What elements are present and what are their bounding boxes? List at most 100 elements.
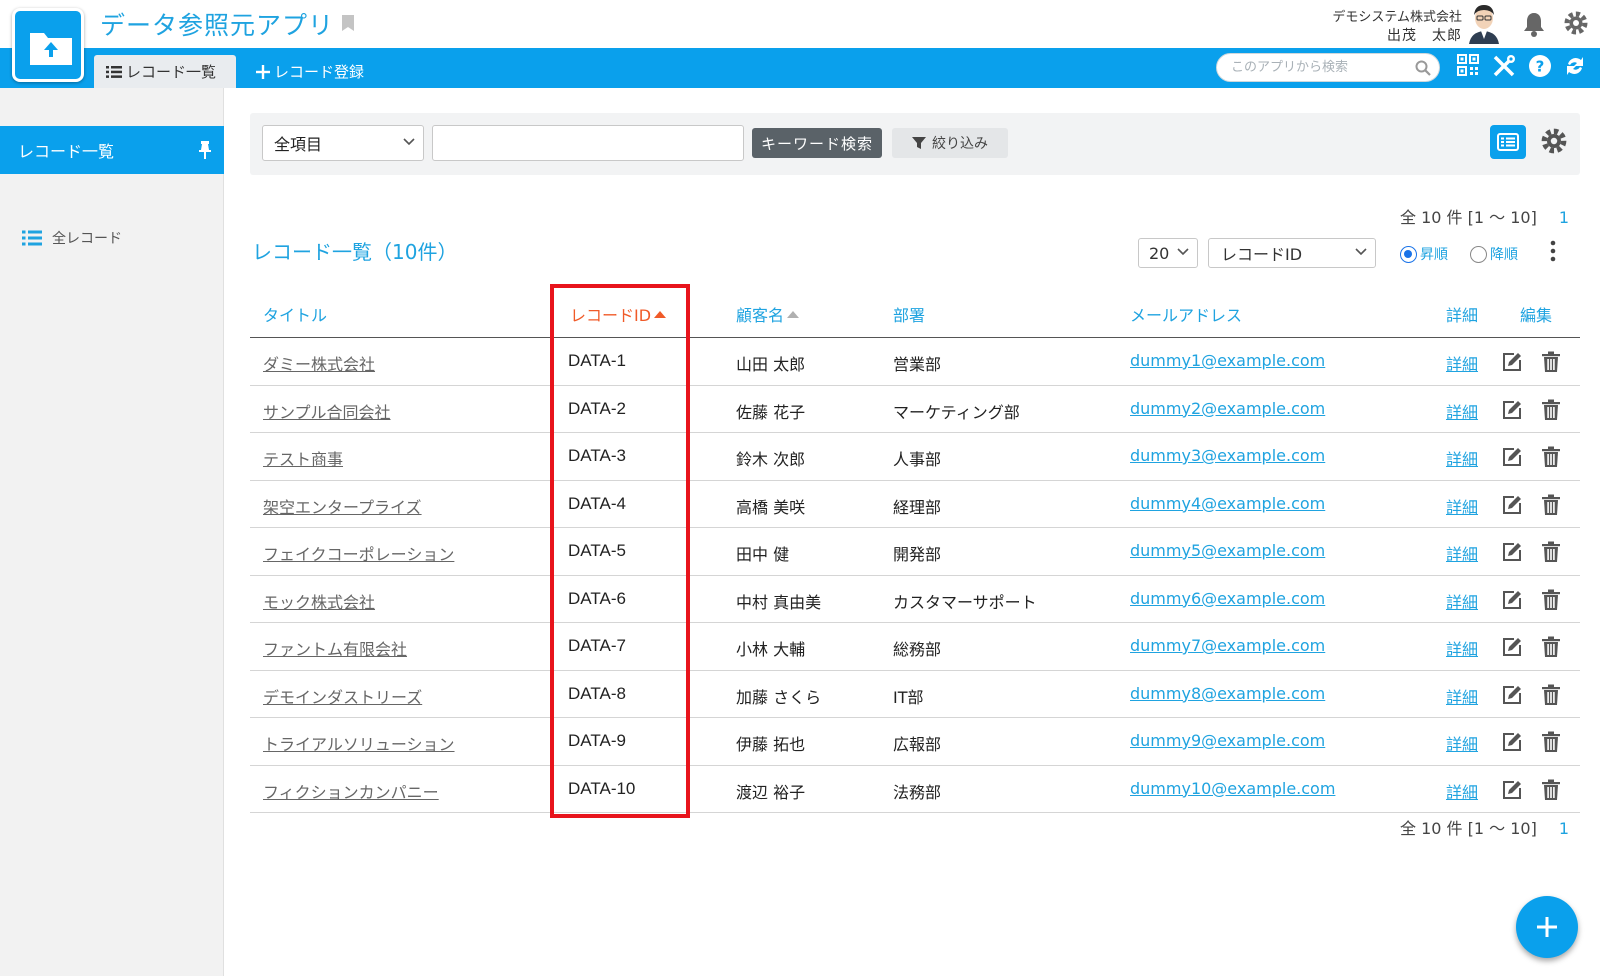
sidebar-item-record-list[interactable]: レコード一覧 [0,126,224,174]
detail-link[interactable]: 詳細 [1446,779,1478,803]
cell-title[interactable]: 架空エンタープライズ [263,494,422,518]
cell-title[interactable]: フィクションカンパニー [263,779,439,803]
edit-icon[interactable] [1502,495,1522,515]
kebab-icon[interactable] [1550,240,1556,262]
cell-title[interactable]: トライアルソリューション [263,731,455,755]
cell-title[interactable]: テスト商事 [263,446,343,470]
bell-icon[interactable] [1523,11,1545,37]
pin-icon[interactable] [198,140,212,160]
trash-icon[interactable] [1542,351,1560,373]
detail-link[interactable]: 詳細 [1446,399,1478,423]
filter-button-label: 絞り込み [932,136,988,152]
cell-title[interactable]: モック株式会社 [263,589,375,613]
cell-title[interactable]: デモインダストリーズ [263,684,422,708]
cell-email[interactable]: dummy4@example.com [1130,494,1325,513]
trash-icon[interactable] [1542,779,1560,801]
cell-email[interactable]: dummy8@example.com [1130,684,1325,703]
app-logo[interactable] [12,8,84,82]
add-record-fab[interactable] [1516,896,1578,958]
cell-email[interactable]: dummy5@example.com [1130,541,1325,560]
trash-icon[interactable] [1542,731,1560,753]
cell-email[interactable]: dummy3@example.com [1130,446,1325,465]
cell-dept: 営業部 [893,355,942,374]
edit-icon[interactable] [1502,732,1522,752]
cell-title[interactable]: ダミー株式会社 [263,351,375,375]
cell-dept: 開発部 [893,545,942,564]
page-link[interactable]: 1 [1559,208,1569,227]
list-view-toggle[interactable] [1490,125,1526,159]
col-email[interactable]: メールアドレス [1130,302,1242,326]
field-select[interactable]: 全項目 [262,125,424,161]
cell-email[interactable]: dummy10@example.com [1130,779,1335,798]
cell-dept: 経理部 [893,497,942,517]
table-body: ダミー株式会社 DATA-1 山田 太郎 営業部 dummy1@example.… [250,338,1580,813]
gear-icon[interactable] [1563,10,1589,36]
sidebar-item-all-records[interactable]: 全レコード [22,228,122,248]
trash-icon[interactable] [1542,684,1560,706]
edit-icon[interactable] [1502,637,1522,657]
sidebar-item-all-records-label: 全レコード [52,231,122,247]
per-page-select[interactable]: 20 [1138,238,1198,268]
cell-email[interactable]: dummy7@example.com [1130,636,1325,655]
cell-title[interactable]: ファントム有限会社 [263,636,407,660]
avatar[interactable] [1466,4,1502,44]
cell-dept: カスタマーサポート [893,592,1037,612]
detail-link[interactable]: 詳細 [1446,351,1478,375]
cell-dept: 広報部 [893,735,942,754]
edit-icon[interactable] [1502,685,1522,705]
edit-icon[interactable] [1502,352,1522,372]
cell-email[interactable]: dummy9@example.com [1130,731,1325,750]
col-dept[interactable]: 部署 [893,302,925,326]
pager-bottom: 全 10 件 [1 〜 10] 1 [1400,815,1569,839]
detail-link[interactable]: 詳細 [1446,541,1478,565]
cell-title[interactable]: フェイクコーポレーション [263,541,454,565]
detail-link[interactable]: 詳細 [1446,731,1478,755]
cell-email[interactable]: dummy2@example.com [1130,399,1325,418]
tab-record-add[interactable]: レコード登録 [256,55,364,88]
app-search[interactable] [1216,53,1440,82]
tools-icon[interactable] [1492,54,1516,78]
trash-icon[interactable] [1542,541,1560,563]
page-link[interactable]: 1 [1559,819,1569,838]
gear-icon[interactable] [1540,127,1568,155]
trash-icon[interactable] [1542,446,1560,468]
sort-field-select[interactable]: レコードID [1208,238,1376,268]
edit-icon[interactable] [1502,590,1522,610]
search-icon[interactable] [1415,60,1431,76]
svg-text:?: ? [1536,58,1545,76]
cell-title[interactable]: サンプル合同会社 [263,399,391,423]
cell-customer: 小林 大輔 [736,640,806,659]
trash-icon[interactable] [1542,589,1560,611]
col-customer[interactable]: 顧客名 [736,302,800,326]
filter-button[interactable]: 絞り込み [892,128,1008,158]
cell-email[interactable]: dummy1@example.com [1130,351,1325,370]
col-title[interactable]: タイトル [263,302,327,326]
edit-icon[interactable] [1502,447,1522,467]
detail-link[interactable]: 詳細 [1446,446,1478,470]
trash-icon[interactable] [1542,494,1560,516]
sort-asc-radio[interactable]: 昇順 [1400,244,1448,264]
trash-icon[interactable] [1542,636,1560,658]
table-row: デモインダストリーズ DATA-8 加藤 さくら IT部 dummy8@exam… [250,671,1580,718]
trash-icon[interactable] [1542,399,1560,421]
keyword-search-button[interactable]: キーワード検索 [752,128,882,158]
edit-icon[interactable] [1502,542,1522,562]
sync-icon[interactable] [1564,54,1586,78]
edit-icon[interactable] [1502,400,1522,420]
help-icon[interactable]: ? [1528,54,1552,78]
qr-code-icon[interactable] [1457,54,1479,76]
app-search-input[interactable] [1231,54,1411,81]
detail-link[interactable]: 詳細 [1446,684,1478,708]
chevron-down-icon [1177,248,1189,256]
keyword-input[interactable] [432,125,744,161]
detail-link[interactable]: 詳細 [1446,636,1478,660]
edit-icon[interactable] [1502,780,1522,800]
cell-email[interactable]: dummy6@example.com [1130,589,1325,608]
detail-link[interactable]: 詳細 [1446,494,1478,518]
field-select-value: 全項目 [274,135,323,154]
bookmark-icon[interactable] [341,14,355,32]
list-icon [106,65,122,79]
sort-desc-radio[interactable]: 降順 [1470,244,1518,264]
tab-record-list[interactable]: レコード一覧 [94,55,236,88]
detail-link[interactable]: 詳細 [1446,589,1478,613]
